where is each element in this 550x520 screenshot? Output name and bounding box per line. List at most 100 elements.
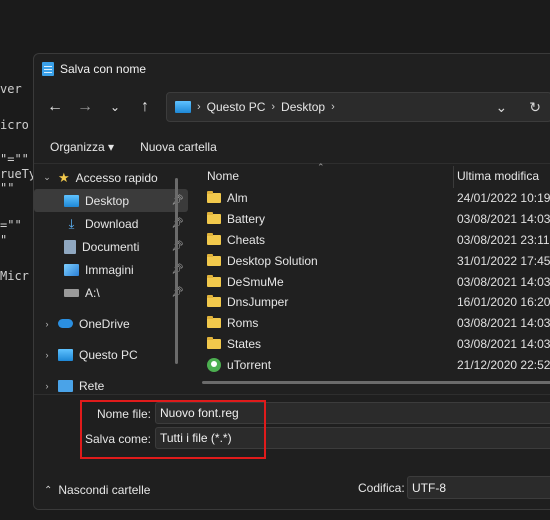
column-divider[interactable] [453, 166, 454, 188]
file-date: 31/01/2022 17:45 [457, 253, 550, 268]
chevron-right-icon[interactable]: › [331, 101, 335, 113]
encoding-select[interactable]: UTF-8 ⌄ [407, 476, 550, 499]
file-row[interactable]: Desktop Solution 31/01/2022 17:45 [197, 250, 550, 271]
file-row[interactable]: DeSmuMe 03/08/2021 14:03 [197, 271, 550, 292]
sidebar-item-label: Rete [79, 378, 105, 393]
recent-locations-icon[interactable]: ⌄ [100, 92, 130, 122]
file-name: Cheats [227, 232, 266, 247]
file-date: 03/08/2021 14:03 [457, 336, 550, 351]
folder-icon [207, 316, 221, 329]
navigation-bar: ← → ⌄ ↑ › Questo PC › Desktop › ⌄ ↻ [34, 84, 550, 130]
chevron-right-icon[interactable]: › [42, 319, 52, 329]
column-header-row: ⌃ Nome Ultima modifica [197, 162, 550, 188]
command-bar: Organizza ▾ Nuova cartella [34, 130, 550, 164]
column-header-modified[interactable]: Ultima modifica [457, 169, 539, 183]
file-row[interactable]: Alm 24/01/2022 10:19 [197, 188, 550, 209]
organize-button[interactable]: Organizza ▾ [50, 140, 114, 154]
breadcrumb-desktop[interactable]: Desktop [281, 100, 325, 114]
file-name: DnsJumper [227, 295, 289, 310]
sidebar-item-network[interactable]: › Rete [34, 374, 188, 394]
folder-icon [207, 253, 221, 266]
save-as-dialog: Salva con nome ← → ⌄ ↑ › Questo PC › Des… [33, 53, 550, 510]
sidebar-item-documents[interactable]: Documenti 📌︎ [34, 235, 188, 258]
editor-text-line: Micr [0, 269, 29, 283]
file-date: 03/08/2021 23:11 [457, 232, 550, 247]
editor-text-line: "" [0, 181, 15, 195]
file-date: 03/08/2021 14:03 [457, 212, 550, 227]
file-name: Battery [227, 212, 266, 227]
red-highlight-box [80, 400, 266, 459]
cloud-icon [58, 319, 73, 328]
chevron-right-icon: › [197, 101, 201, 113]
notepad-icon [42, 62, 54, 76]
file-name: Alm [227, 191, 248, 206]
file-date: 16/01/2020 16:20 [457, 295, 550, 310]
navigation-pane: ⌄ ★ Accesso rapido Desktop 📌︎ ⤓ Download… [34, 166, 188, 394]
sidebar-item-label: Documenti [82, 239, 140, 254]
chevron-right-icon[interactable]: › [42, 381, 52, 391]
desktop-icon [64, 194, 79, 207]
sidebar-item-download[interactable]: ⤓ Download 📌︎ [34, 212, 188, 235]
file-name: Desktop Solution [227, 253, 318, 268]
sidebar-item-label: Download [85, 216, 139, 231]
editor-text-line: " [0, 233, 8, 247]
save-options-panel: Nome file: Nuovo font.reg Salva come: Tu… [34, 394, 550, 509]
column-header-name[interactable]: Nome [207, 169, 239, 183]
utorrent-icon [207, 357, 221, 372]
hide-folders-button[interactable]: ⌃ Nascondi cartelle [44, 483, 150, 497]
sidebar-item-label: Desktop [85, 193, 130, 208]
chevron-down-icon[interactable]: ⌄ [42, 172, 52, 183]
address-dropdown-icon[interactable]: ⌄ [496, 99, 508, 116]
breadcrumb-questo-pc[interactable]: Questo PC [207, 100, 266, 114]
download-icon: ⤓ [68, 215, 75, 231]
file-row[interactable]: States 03/08/2021 14:03 [197, 334, 550, 355]
file-row[interactable]: uTorrent 21/12/2020 22:52 [197, 354, 550, 375]
file-name: States [227, 336, 262, 351]
folder-icon [207, 212, 221, 225]
sidebar-item-quick-access[interactable]: ⌄ ★ Accesso rapido [34, 166, 188, 189]
sort-arrow-icon: ⌃ [317, 162, 325, 172]
editor-text-line: ver [0, 82, 22, 96]
editor-text-line: icro [0, 118, 29, 132]
sidebar-item-this-pc[interactable]: › Questo PC [34, 343, 188, 366]
file-row[interactable]: Cheats 03/08/2021 23:11 [197, 230, 550, 251]
pc-icon [175, 101, 191, 113]
forward-arrow-icon[interactable]: → [70, 92, 100, 122]
file-row[interactable]: DnsJumper 16/01/2020 16:20 [197, 292, 550, 313]
horizontal-scrollbar[interactable] [202, 381, 550, 384]
sidebar-item-images[interactable]: Immagini 📌︎ [34, 258, 188, 281]
chevron-right-icon[interactable]: › [42, 350, 52, 360]
documents-icon [64, 239, 76, 254]
file-date: 24/01/2022 10:19 [457, 191, 550, 206]
folder-icon [207, 274, 221, 287]
folder-icon [207, 232, 221, 245]
sidebar-item-label: A:\ [85, 285, 100, 300]
sidebar-item-desktop[interactable]: Desktop 📌︎ [34, 189, 188, 212]
file-name: DeSmuMe [227, 274, 284, 289]
pc-icon [58, 348, 73, 361]
editor-text-line: rueTy [0, 167, 37, 181]
sidebar-item-label: Questo PC [79, 347, 138, 362]
file-row[interactable]: Battery 03/08/2021 14:03 [197, 209, 550, 230]
sidebar-item-drive-a[interactable]: A:\ 📌︎ [34, 281, 188, 304]
file-name: uTorrent [227, 357, 272, 372]
file-row[interactable]: Roms 03/08/2021 14:03 [197, 313, 550, 334]
sidebar-item-label: OneDrive [79, 316, 130, 331]
up-arrow-icon[interactable]: ↑ [130, 92, 160, 122]
folder-icon [207, 191, 221, 204]
encoding-label: Codifica: [358, 481, 405, 495]
editor-text-line: ="" [0, 218, 22, 232]
sidebar-item-onedrive[interactable]: › OneDrive [34, 312, 188, 335]
back-arrow-icon[interactable]: ← [40, 92, 70, 122]
refresh-icon[interactable]: ↻ [529, 99, 541, 116]
title-bar[interactable]: Salva con nome [34, 54, 550, 84]
hide-folders-label: Nascondi cartelle [58, 483, 151, 497]
file-date: 21/12/2020 22:52 [457, 357, 550, 372]
file-date: 03/08/2021 14:03 [457, 274, 550, 289]
images-icon [64, 263, 79, 276]
sidebar-scrollbar[interactable] [175, 178, 178, 364]
sidebar-item-label: Immagini [85, 262, 134, 277]
drive-icon [64, 288, 79, 297]
new-folder-button[interactable]: Nuova cartella [140, 140, 217, 154]
address-bar[interactable]: › Questo PC › Desktop › ⌄ ↻ [166, 92, 550, 122]
